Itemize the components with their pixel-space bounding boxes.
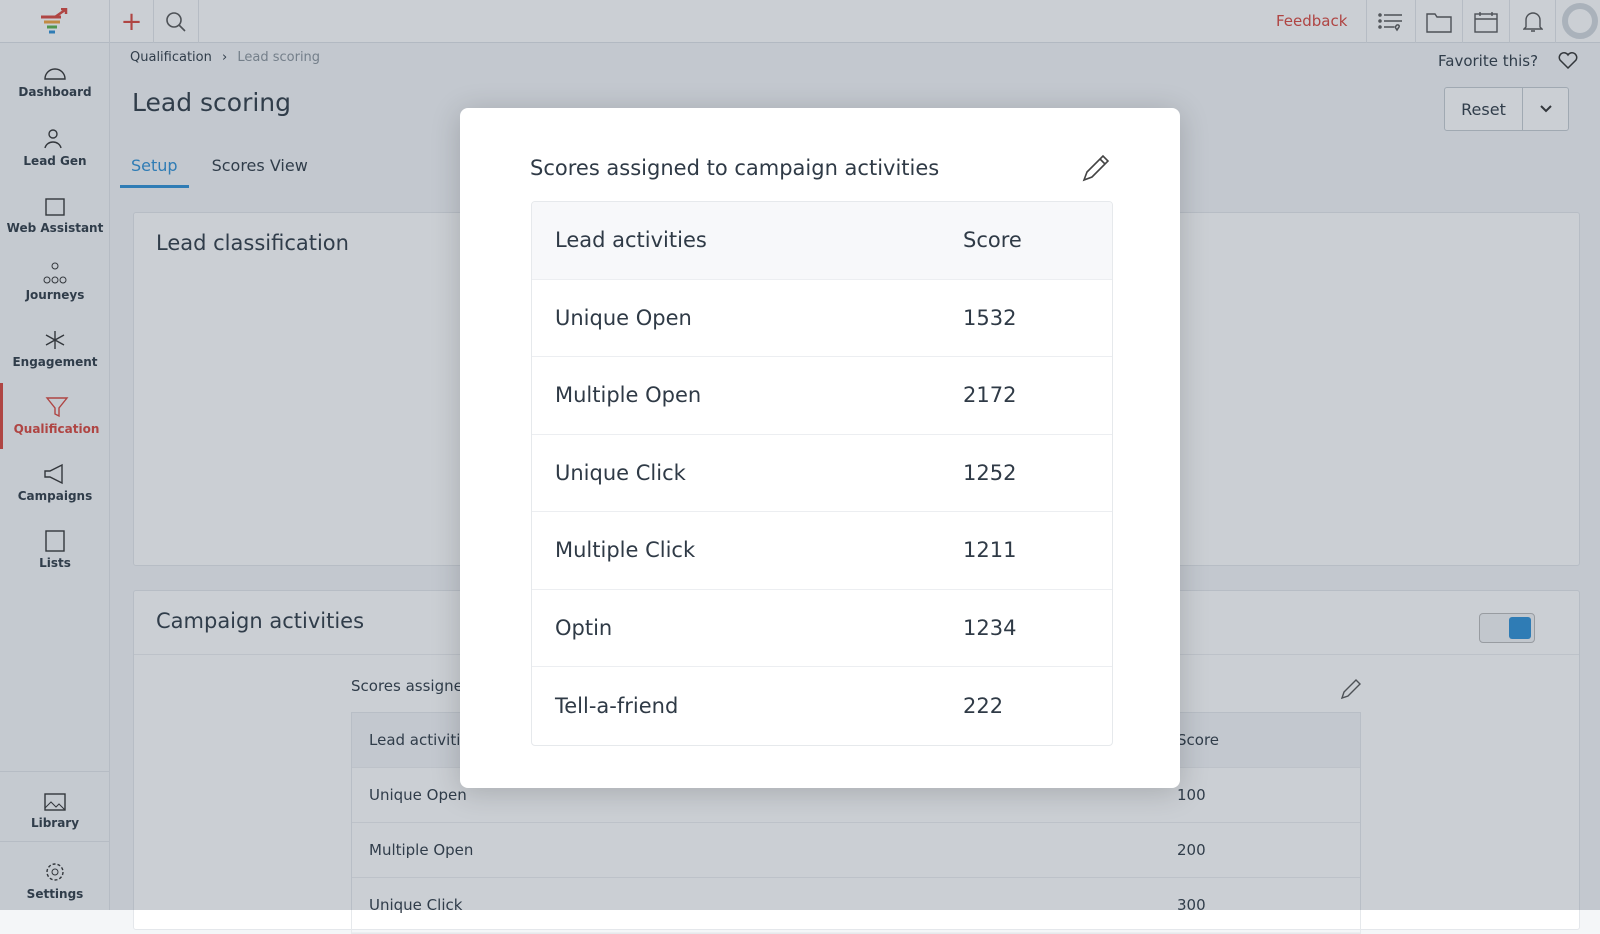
table-row: Multiple Open 2172 bbox=[532, 357, 1112, 435]
scores-modal: Scores assigned to campaign activities L… bbox=[460, 108, 1180, 788]
table-row: Unique Click 1252 bbox=[532, 435, 1112, 512]
edit-icon[interactable] bbox=[1080, 152, 1112, 184]
table-row: Unique Open 1532 bbox=[532, 280, 1112, 357]
modal-scores-table: Lead activities Score Unique Open 1532 Mul… bbox=[531, 201, 1113, 746]
modal-title: Scores assigned to campaign activities bbox=[530, 156, 940, 180]
table-row: Tell-a-friend 222 bbox=[555, 693, 1004, 718]
table-row: Multiple Click 1211 bbox=[532, 512, 1112, 590]
table-row: Optin 1234 bbox=[532, 590, 1112, 667]
table-header: Lead activities Score bbox=[532, 202, 1112, 280]
